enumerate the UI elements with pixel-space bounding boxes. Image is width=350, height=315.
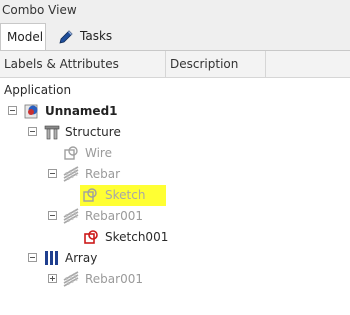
rebar-icon: [63, 166, 79, 182]
header-labels-attributes[interactable]: Labels & Attributes: [0, 51, 166, 77]
wire-icon: [64, 146, 78, 160]
tree-item-label: Unnamed1: [45, 104, 118, 118]
tree-item-label: Sketch: [105, 188, 146, 202]
tree-item-array[interactable]: Array: [0, 248, 350, 269]
tab-model-label: Model: [7, 30, 44, 44]
tree-item-label: Rebar001: [85, 209, 143, 223]
panel-title: Combo View: [0, 0, 350, 20]
tree-view[interactable]: Labels & Attributes Description Applicat…: [0, 50, 350, 315]
pencil-icon: [59, 29, 73, 44]
tree-item-rebar001-array[interactable]: Rebar001: [0, 269, 350, 290]
collapse-icon[interactable]: [28, 253, 37, 262]
tree-header: Labels & Attributes Description: [0, 51, 350, 78]
tree-root-label: Application: [4, 83, 72, 97]
rebar-icon: [63, 271, 79, 287]
tab-model[interactable]: Model: [0, 23, 46, 50]
sketch-icon: [84, 230, 98, 244]
sketch-icon: [83, 188, 97, 202]
header-description[interactable]: Description: [166, 51, 266, 77]
collapse-icon[interactable]: [28, 127, 37, 136]
document-icon: [24, 104, 38, 119]
tree-item-label: Structure: [65, 125, 121, 139]
rebar-icon: [63, 208, 79, 224]
tab-tasks[interactable]: Tasks: [52, 23, 118, 50]
tree-item-sketch[interactable]: Sketch: [0, 185, 350, 206]
collapse-icon[interactable]: [48, 169, 57, 178]
tree-item-label: Rebar: [85, 167, 121, 181]
tab-tasks-label: Tasks: [80, 29, 113, 43]
tab-bar: Model Tasks: [0, 20, 350, 50]
tree-item-label: Rebar001: [85, 272, 143, 286]
tree-item-label: Sketch001: [105, 230, 169, 244]
tree-item-structure[interactable]: Structure: [0, 122, 350, 143]
tree-item-unnamed1[interactable]: Unnamed1: [0, 101, 350, 122]
structure-icon: [44, 125, 60, 140]
collapse-icon[interactable]: [8, 106, 17, 115]
array-icon: [45, 251, 58, 265]
tree-item-label: Array: [65, 251, 98, 265]
expand-icon[interactable]: [48, 274, 57, 283]
collapse-icon[interactable]: [48, 211, 57, 220]
tree-root-application[interactable]: Application: [0, 80, 350, 101]
tree-item-sketch001[interactable]: Sketch001: [0, 227, 350, 248]
tree-item-rebar[interactable]: Rebar: [0, 164, 350, 185]
tree-item-wire[interactable]: Wire: [0, 143, 350, 164]
tree-item-rebar001[interactable]: Rebar001: [0, 206, 350, 227]
tree-item-label: Wire: [85, 146, 112, 160]
